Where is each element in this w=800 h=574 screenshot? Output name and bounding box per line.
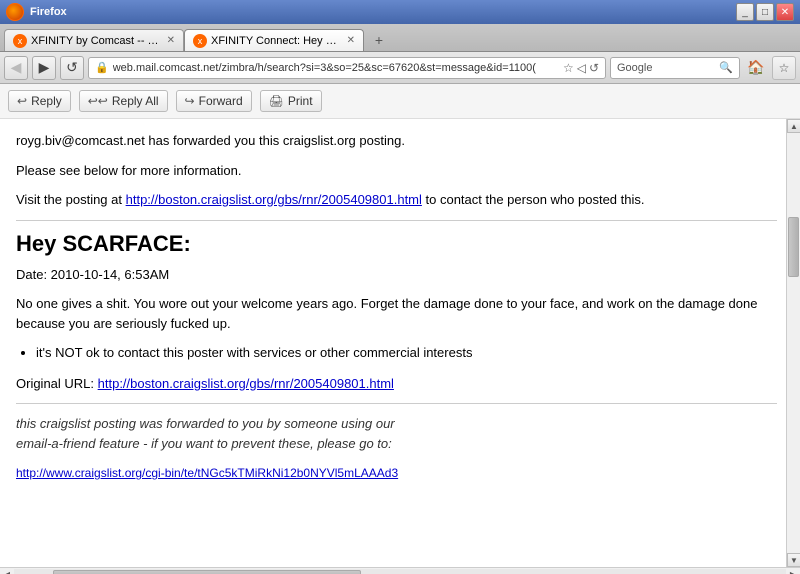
reply-icon: ↩: [17, 94, 27, 108]
close-button[interactable]: ✕: [776, 3, 794, 21]
footer-line1: this craigslist posting was forwarded to…: [16, 416, 395, 431]
tab-label-2: XFINITY Connect: Hey SCARFACE:: [211, 35, 339, 47]
search-engine-label: Google: [617, 62, 652, 74]
footer-text: this craigslist posting was forwarded to…: [16, 414, 777, 453]
back-button[interactable]: ◀: [4, 56, 28, 80]
print-label: Print: [288, 94, 313, 108]
bullet-list: it's NOT ok to contact this poster with …: [36, 343, 777, 364]
print-button[interactable]: 🖨 Print: [260, 90, 322, 112]
tab-close-2[interactable]: ✕: [347, 35, 355, 46]
print-icon: 🖨: [269, 94, 284, 108]
vertical-scrollbar[interactable]: ▲ ▼: [786, 119, 800, 567]
add-tab-button[interactable]: +: [368, 29, 390, 51]
browser-titlebar: Firefox _ □ ✕: [0, 0, 800, 24]
reply-button[interactable]: ↩ Reply: [8, 90, 71, 112]
tab-favicon-2: x: [193, 34, 207, 48]
footer-url-line: http://www.craigslist.org/cgi-bin/te/tNG…: [16, 463, 777, 483]
original-url-line: Original URL: http://boston.craigslist.o…: [16, 374, 777, 394]
rss-icon[interactable]: ◁: [577, 61, 586, 75]
tab-xfinity-main[interactable]: x XFINITY by Comcast -- Official Custome…: [4, 29, 184, 51]
reply-label: Reply: [31, 94, 62, 108]
bookmark-star-icon[interactable]: ☆: [563, 61, 574, 75]
hscroll-thumb[interactable]: [53, 570, 362, 574]
secure-icon: 🔒: [95, 61, 109, 74]
footer-url[interactable]: http://www.craigslist.org/cgi-bin/te/tNG…: [16, 466, 398, 480]
firefox-logo: [6, 3, 24, 21]
reply-all-icon: ↩↩: [88, 94, 108, 108]
email-toolbar: ↩ Reply ↩↩ Reply All ↪ Forward 🖨 Print: [0, 84, 800, 119]
search-bar[interactable]: Google 🔍: [610, 57, 740, 79]
scroll-down-arrow[interactable]: ▼: [787, 553, 800, 567]
see-below: Please see below for more information.: [16, 161, 777, 181]
forwarded-notice: royg.biv@comcast.net has forwarded you t…: [16, 131, 777, 151]
visit-posting: Visit the posting at http://boston.craig…: [16, 190, 777, 210]
tab-bar: x XFINITY by Comcast -- Official Custome…: [0, 24, 800, 52]
hscroll-left-arrow[interactable]: ◀: [0, 568, 14, 574]
original-url-link[interactable]: http://boston.craigslist.org/gbs/rnr/200…: [98, 376, 394, 391]
tab-favicon-1: x: [13, 34, 27, 48]
divider-2: [16, 403, 777, 404]
visit-text-before: Visit the posting at: [16, 192, 126, 207]
bullet-item: it's NOT ok to contact this poster with …: [36, 343, 777, 364]
divider-1: [16, 220, 777, 221]
reply-all-button[interactable]: ↩↩ Reply All: [79, 90, 168, 112]
tab-label-1: XFINITY by Comcast -- Official Customer …: [31, 35, 159, 47]
scroll-track[interactable]: [787, 133, 800, 553]
visit-link[interactable]: http://boston.craigslist.org/gbs/rnr/200…: [126, 192, 422, 207]
reply-all-label: Reply All: [112, 94, 159, 108]
forward-icon: ↪: [185, 94, 195, 108]
bookmarks-button[interactable]: ☆: [772, 56, 796, 80]
home-button[interactable]: 🏠: [744, 56, 768, 80]
address-text: web.mail.comcast.net/zimbra/h/search?si=…: [113, 62, 559, 74]
footer-line2: email-a-friend feature - if you want to …: [16, 436, 392, 451]
email-body-text: No one gives a shit. You wore out your w…: [16, 294, 777, 333]
original-url-label: Original URL:: [16, 376, 98, 391]
scroll-thumb[interactable]: [788, 217, 799, 277]
tab-close-1[interactable]: ✕: [167, 35, 175, 46]
refresh-button[interactable]: ↺: [60, 56, 84, 80]
tab-xfinity-connect[interactable]: x XFINITY Connect: Hey SCARFACE: ✕: [184, 29, 364, 51]
hscroll-right-arrow[interactable]: ▶: [786, 568, 800, 574]
scroll-up-arrow[interactable]: ▲: [787, 119, 800, 133]
address-bar[interactable]: 🔒 web.mail.comcast.net/zimbra/h/search?s…: [88, 57, 606, 79]
forward-label: Forward: [199, 94, 243, 108]
maximize-button[interactable]: □: [756, 3, 774, 21]
forward-button[interactable]: ▶: [32, 56, 56, 80]
horizontal-scrollbar[interactable]: ◀ ▶: [0, 567, 800, 574]
forward-button[interactable]: ↪ Forward: [176, 90, 252, 112]
email-date: Date: 2010-10-14, 6:53AM: [16, 265, 777, 285]
visit-text-after: to contact the person who posted this.: [422, 192, 645, 207]
email-heading: Hey SCARFACE:: [16, 231, 777, 257]
search-icon[interactable]: 🔍: [719, 61, 733, 74]
nav-bar: ◀ ▶ ↺ 🔒 web.mail.comcast.net/zimbra/h/se…: [0, 52, 800, 84]
browser-title: Firefox: [30, 6, 67, 18]
minimize-button[interactable]: _: [736, 3, 754, 21]
email-body: royg.biv@comcast.net has forwarded you t…: [16, 131, 777, 483]
hscroll-track[interactable]: [14, 569, 786, 574]
refresh-small-icon[interactable]: ↺: [589, 61, 599, 75]
email-content: royg.biv@comcast.net has forwarded you t…: [0, 119, 800, 567]
